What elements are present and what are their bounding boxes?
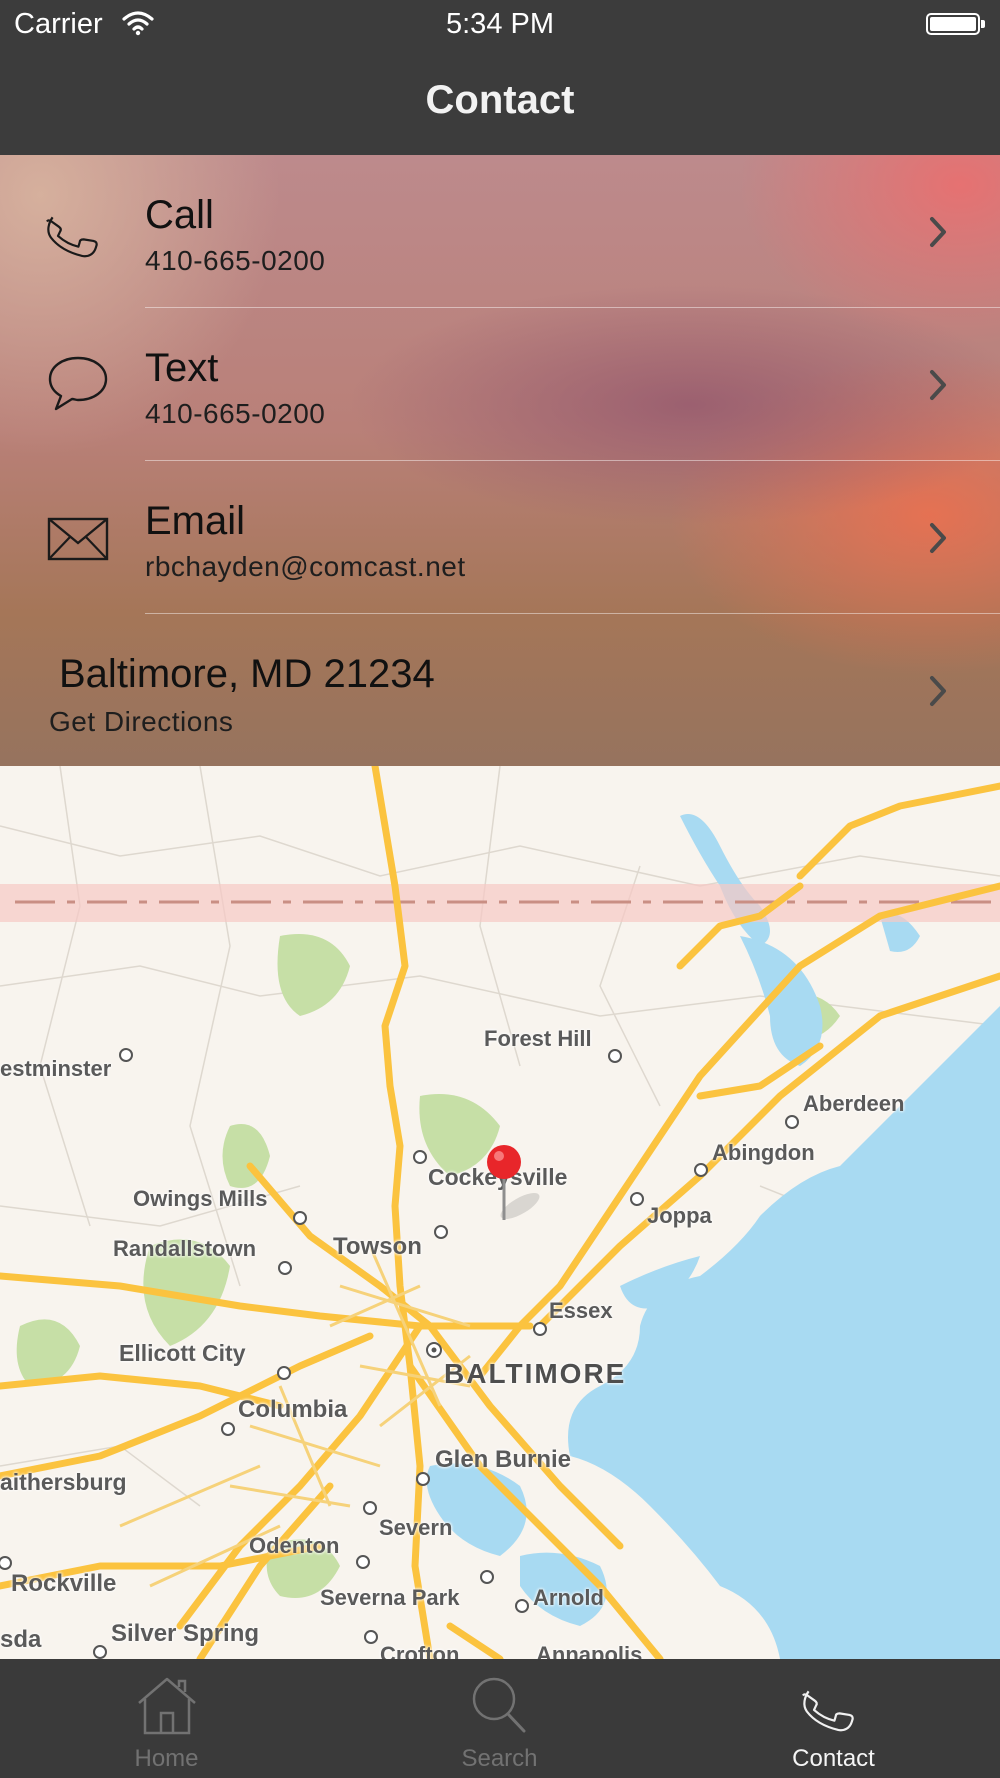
chevron-right-icon bbox=[930, 217, 946, 247]
tab-contact[interactable]: Contact bbox=[667, 1659, 1000, 1778]
map-label: Owings Mills bbox=[133, 1186, 268, 1211]
call-row[interactable]: Call 410-665-0200 bbox=[0, 155, 1000, 308]
page-title: Contact bbox=[425, 78, 575, 122]
map-label: Joppa bbox=[647, 1203, 712, 1228]
tab-home[interactable]: Home bbox=[0, 1659, 333, 1778]
chevron-right-icon bbox=[930, 676, 946, 706]
contact-panel: Call 410-665-0200 Text 410-665-0200 Emai… bbox=[0, 155, 1000, 766]
map-label: Randallstown bbox=[113, 1236, 257, 1261]
map-label: estminster bbox=[0, 1056, 112, 1081]
map-label: Crofton bbox=[380, 1642, 460, 1659]
map-label: Odenton bbox=[249, 1533, 340, 1558]
email-address: rbchayden@comcast.net bbox=[145, 551, 466, 582]
address-row[interactable]: Baltimore, MD 21234 Get Directions bbox=[0, 614, 1000, 766]
status-time: 5:34 PM bbox=[446, 8, 554, 40]
map-label: Annapolis bbox=[536, 1642, 643, 1659]
phone-icon bbox=[46, 216, 98, 258]
text-row[interactable]: Text 410-665-0200 bbox=[0, 308, 1000, 461]
map-label: Forest Hill bbox=[484, 1026, 592, 1051]
map-label: Rockville bbox=[11, 1570, 117, 1597]
map-label: Severna Park bbox=[320, 1585, 460, 1610]
map-label: Arnold bbox=[533, 1585, 604, 1610]
tab-bar: Home Search Contact bbox=[0, 1659, 1000, 1778]
map-label: Ellicott City bbox=[119, 1340, 246, 1366]
call-phone: 410-665-0200 bbox=[145, 245, 326, 276]
speech-bubble-icon bbox=[48, 356, 108, 411]
phone-icon bbox=[801, 1690, 854, 1732]
text-title: Text bbox=[145, 346, 219, 390]
tab-search[interactable]: Search bbox=[333, 1659, 666, 1778]
tab-search-label: Search bbox=[461, 1745, 538, 1772]
house-icon bbox=[137, 1677, 196, 1735]
directions-label: Get Directions bbox=[49, 706, 234, 737]
chevron-right-icon bbox=[930, 523, 946, 553]
map-label: Silver Spring bbox=[111, 1620, 260, 1647]
envelope-icon bbox=[47, 517, 109, 561]
map-label: aithersburg bbox=[0, 1469, 127, 1495]
tab-contact-label: Contact bbox=[792, 1745, 875, 1772]
navigation-bar: Contact bbox=[0, 50, 1000, 155]
map-label: Abingdon bbox=[712, 1140, 815, 1165]
map-label: Columbia bbox=[238, 1396, 348, 1423]
status-bar: Carrier 5:34 PM bbox=[0, 0, 1000, 50]
map-label: Aberdeen bbox=[803, 1091, 905, 1116]
map-label: Essex bbox=[549, 1298, 613, 1323]
email-title: Email bbox=[145, 499, 246, 543]
chevron-right-icon bbox=[930, 370, 946, 400]
map-pin-icon[interactable] bbox=[478, 1144, 548, 1222]
map-label: Towson bbox=[333, 1233, 422, 1260]
map-label: BALTIMORE bbox=[444, 1358, 627, 1389]
battery-icon bbox=[926, 13, 985, 35]
call-title: Call bbox=[145, 193, 214, 237]
map-view[interactable]: Forest Hill estminster Aberdeen Abingdon… bbox=[0, 766, 1000, 1659]
text-phone: 410-665-0200 bbox=[145, 398, 326, 429]
tab-home-label: Home bbox=[134, 1745, 199, 1772]
magnifier-icon bbox=[472, 1677, 525, 1733]
map-label: Severn bbox=[379, 1515, 453, 1540]
address-title: Baltimore, MD 21234 bbox=[59, 652, 435, 696]
email-row[interactable]: Email rbchayden@comcast.net bbox=[0, 461, 1000, 614]
map-label: sda bbox=[0, 1626, 42, 1653]
map-label: Glen Burnie bbox=[435, 1446, 572, 1473]
